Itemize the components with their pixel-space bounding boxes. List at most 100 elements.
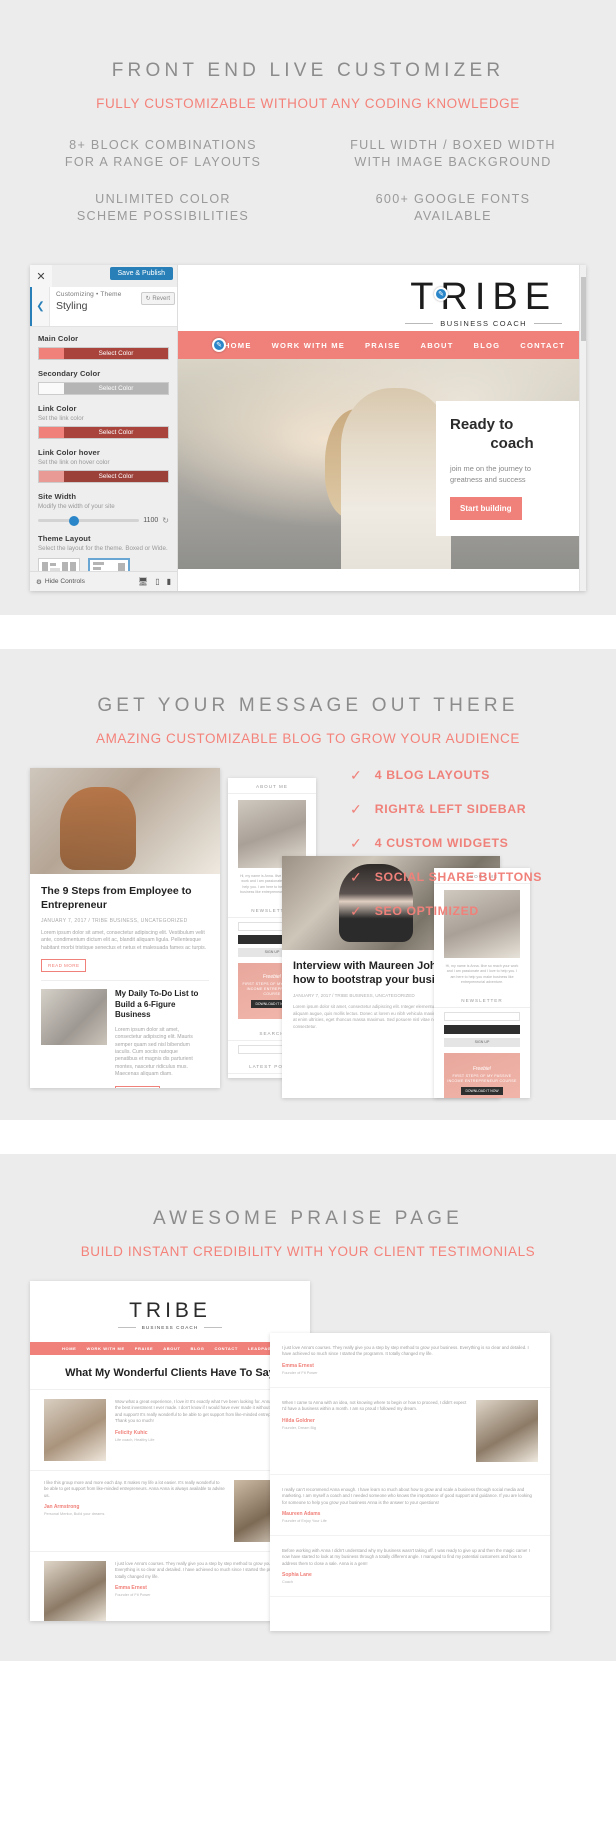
tablet-icon[interactable]: ▯ xyxy=(155,577,159,586)
check-icon: ✓ xyxy=(350,869,362,885)
revert-button[interactable]: ↻ Revert xyxy=(140,292,175,305)
newsletter-signup-button[interactable]: SIGN UP xyxy=(444,1037,520,1047)
hide-controls-button[interactable]: ⚙ Hide Controls xyxy=(36,578,85,586)
color-swatch xyxy=(39,427,64,438)
nav-item-contact[interactable]: CONTACT xyxy=(214,1346,237,1351)
testimonial-role: Founder of Enjoy Your Life xyxy=(282,1519,327,1524)
nav-item-blog[interactable]: BLOG xyxy=(474,341,501,350)
section-divider xyxy=(0,1120,616,1154)
avatar xyxy=(476,1399,538,1462)
testimonial-name: Felicity Kuhic xyxy=(115,1429,148,1436)
select-color-button[interactable]: Select Color xyxy=(64,383,168,394)
section-subheading: BUILD INSTANT CREDIBILITY WITH YOUR CLIE… xyxy=(80,1244,536,1259)
gear-icon: ⚙ xyxy=(36,578,42,586)
customizer-header: ❮ Customizing • Theme Styling ↻ Revert xyxy=(30,287,177,327)
nav-item-home[interactable]: HOME xyxy=(62,1346,76,1351)
layout-option-boxed[interactable] xyxy=(88,558,130,571)
read-more-button[interactable]: READ MORE xyxy=(41,959,87,973)
desktop-icon[interactable]: 🖥 xyxy=(138,577,148,586)
testimonial-item: Wow what a great experience, I love it! … xyxy=(30,1389,310,1470)
about-text: Hi, my name is Anna. Ilive so reach your… xyxy=(445,964,519,985)
hero-title: Ready to coach xyxy=(450,415,574,453)
feature-label: RIGHT& LEFT SIDEBAR xyxy=(374,802,527,816)
layout-option-wide[interactable] xyxy=(38,558,80,571)
save-publish-button[interactable]: Save & Publish xyxy=(109,267,173,280)
nav-item-contact[interactable]: CONTACT xyxy=(520,341,565,350)
feature-label: 4 BLOG LAYOUTS xyxy=(374,768,490,782)
divider xyxy=(117,1327,136,1328)
customizer-screenshot: ✕ Save & Publish ❮ Customizing • Theme S… xyxy=(30,265,586,591)
feature-label: SEO OPTIMIZED xyxy=(374,904,479,918)
promo-widget[interactable]: Freebie! FIRST STEPS OF MY PASSIVE INCOM… xyxy=(444,1052,520,1098)
nav-item-blog[interactable]: BLOG xyxy=(191,1346,205,1351)
control-secondary-color: Secondary Color Select Color xyxy=(38,369,169,395)
feature-grid: 8+ BLOCK COMBINATIONS FOR A RANGE OF LAY… xyxy=(0,111,616,245)
read-more-button[interactable]: READ MORE xyxy=(115,1085,161,1088)
select-color-button[interactable]: Select Color xyxy=(64,471,168,482)
feature-line: FOR A RANGE OF LAYOUTS xyxy=(64,155,262,169)
close-icon[interactable]: ✕ xyxy=(30,265,52,287)
hero-cta-button[interactable]: Start building xyxy=(450,497,522,520)
chevron-left-icon[interactable]: ❮ xyxy=(30,287,50,326)
testimonial-name: Jan Armstrong xyxy=(44,1504,80,1511)
site-width-slider[interactable] xyxy=(38,515,140,526)
testimonial-role: Founder, Dream Big xyxy=(282,1425,316,1430)
nav-item-about[interactable]: ABOUT xyxy=(421,341,454,350)
select-color-button[interactable]: Select Color xyxy=(64,348,168,359)
logo-tagline-text: BUSINESS COACH xyxy=(141,1325,199,1330)
testimonial-item: I really can't recommend Anna enough. I … xyxy=(270,1475,550,1537)
nav-item-work-with-me[interactable]: WORK WITH ME xyxy=(272,341,345,350)
testimonial-item: When I came to Anna with an idea, not kn… xyxy=(270,1388,550,1475)
promo-button[interactable]: DOWNLOAD IT NOW xyxy=(461,1087,503,1096)
blog-post-title[interactable]: The 9 Steps from Employee to Entrepreneu… xyxy=(41,884,209,912)
section-customizer: FRONT END LIVE CUSTOMIZER FULLY CUSTOMIZ… xyxy=(0,0,616,615)
blog-post-excerpt: Lorem ipsum dolor sit amet, consectetur … xyxy=(41,930,207,951)
nav-item-about[interactable]: ABOUT xyxy=(163,1346,180,1351)
section-praise: AWESOME PRAISE PAGE BUILD INSTANT CREDIB… xyxy=(0,1154,616,1661)
preview-scrollbar[interactable] xyxy=(579,265,586,591)
select-color-button[interactable]: Select Color xyxy=(64,427,168,438)
testimonial-name: Emma Ernest xyxy=(282,1362,314,1369)
blog-feature-list: ✓ 4 BLOG LAYOUTS ✓ RIGHT& LEFT SIDEBAR ✓… xyxy=(350,768,616,938)
control-description: Modify the width of your site xyxy=(38,503,115,510)
avatar xyxy=(44,1399,106,1461)
testimonial-quote: I just love Anna's courses. They really … xyxy=(282,1345,529,1357)
reset-icon[interactable]: ↻ xyxy=(162,516,169,525)
color-picker-row[interactable]: Select Color xyxy=(38,470,169,483)
newsletter-name-input[interactable] xyxy=(444,1011,520,1021)
praise-page-preview: TRIBE BUSINESS COACH HOME WORK WITH ME P… xyxy=(30,1281,310,1621)
control-link-color-hover: Link Color hover Set the link on hover c… xyxy=(38,448,169,483)
feature-line: UNLIMITED COLOR xyxy=(95,192,231,206)
nav-item-work-with-me[interactable]: WORK WITH ME xyxy=(86,1346,124,1351)
site-logo: TRIBE BUSINESS COACH xyxy=(405,277,562,328)
customizer-topbar: ✕ Save & Publish xyxy=(30,265,177,287)
blog-post-title[interactable]: My Daily To-Do List to Build a 6-Figure … xyxy=(115,989,201,1021)
nav-item-home[interactable]: HOME xyxy=(224,341,252,350)
blog-featured-image xyxy=(30,768,220,874)
testimonial-role: Founder of Fit Power xyxy=(282,1370,318,1375)
scrollbar-thumb[interactable] xyxy=(581,277,586,341)
nav-item-praise[interactable]: PRAISE xyxy=(135,1346,154,1351)
color-picker-row[interactable]: Select Color xyxy=(38,382,169,395)
widget-title-about: ABOUT ME xyxy=(228,778,316,794)
pencil-edit-icon[interactable]: ✎ xyxy=(212,338,226,352)
color-picker-row[interactable]: Select Color xyxy=(38,347,169,360)
hero-subject xyxy=(341,388,452,569)
newsletter-email-input[interactable] xyxy=(444,1024,520,1034)
feature-line: 600+ GOOGLE FONTS xyxy=(375,192,531,206)
revert-label: Revert xyxy=(152,296,170,302)
divider xyxy=(405,323,434,324)
feature-line: SCHEME POSSIBILITIES xyxy=(76,209,250,223)
pencil-edit-icon[interactable]: ✎ xyxy=(434,287,448,301)
testimonial-name: Hilda Goldner xyxy=(282,1417,315,1424)
color-picker-row[interactable]: Select Color xyxy=(38,426,169,439)
divider xyxy=(204,1327,223,1328)
nav-item-praise[interactable]: PRAISE xyxy=(365,341,400,350)
control-label: Link Color hover xyxy=(38,448,100,457)
slider-handle[interactable] xyxy=(69,515,80,526)
control-label: Theme Layout xyxy=(38,534,91,543)
check-icon: ✓ xyxy=(350,767,362,783)
testimonial-quote: I really can't recommend Anna enough. I … xyxy=(282,1486,532,1505)
control-label: Link Color xyxy=(38,404,77,413)
mobile-icon[interactable]: ▮ xyxy=(167,577,171,586)
